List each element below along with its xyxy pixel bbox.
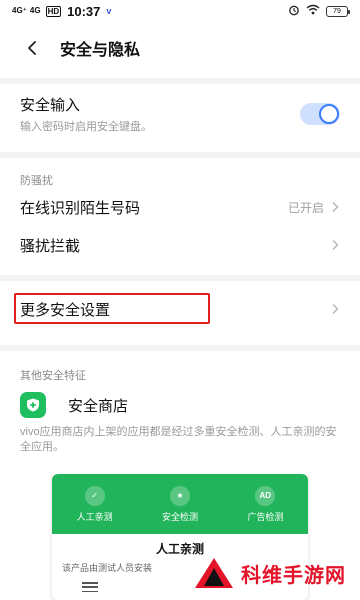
signal-4g-plus: 4G⁺	[12, 6, 27, 15]
watermark-logo-icon	[195, 558, 233, 588]
vivo-mark: v	[106, 6, 112, 16]
watermark: 科维手游网	[193, 556, 346, 590]
security-store-label: 安全商店	[68, 397, 129, 415]
secure-input-subtitle: 输入密码时启用安全键盘。	[20, 121, 152, 133]
badge-manual-test: ✓ 人工亲测	[76, 485, 113, 523]
section-divider	[0, 152, 360, 158]
secure-input-row: 安全输入 输入密码时启用安全键盘。	[0, 92, 360, 136]
chevron-right-icon	[332, 202, 339, 212]
caller-id-label: 在线识别陌生号码	[20, 199, 141, 217]
battery-icon: 79	[326, 5, 350, 17]
section-divider	[0, 78, 360, 84]
signal-4g: 4G	[29, 6, 41, 15]
ad-icon: AD	[255, 485, 276, 506]
badge-label: 人工亲测	[76, 511, 113, 522]
secure-input-toggle[interactable]	[300, 103, 340, 125]
caller-id-row[interactable]: 在线识别陌生号码 已开启	[0, 192, 360, 222]
back-arrow-icon	[28, 41, 36, 55]
hd-badge: HD	[45, 5, 62, 17]
badge-security-check: ★ 安全检测	[161, 485, 198, 523]
highlight-box	[14, 293, 210, 324]
back-button[interactable]	[22, 38, 42, 58]
harassment-block-row[interactable]: 骚扰拦截	[0, 230, 360, 260]
card-title: 人工亲测	[155, 542, 204, 556]
clock: 10:37	[67, 3, 101, 19]
wifi-icon	[306, 4, 320, 18]
caller-id-status: 已开启	[287, 200, 324, 215]
security-store-description: vivo应用商店内上架的应用都是经过多重安全检测、人工亲测的安全应用。	[20, 426, 337, 453]
status-bar: 4G⁺ 4G HD 10:37 v 79	[0, 0, 360, 22]
badge-ad-check: AD 广告检测	[247, 485, 284, 523]
star-shield-icon: ★	[169, 485, 190, 506]
menu-icon[interactable]	[82, 582, 98, 592]
security-store-icon	[20, 392, 46, 418]
other-features-section-title: 其他安全特征	[20, 370, 86, 382]
anti-harassment-section-title: 防骚扰	[20, 175, 53, 187]
card-badge-strip: ✓ 人工亲测 ★ 安全检测 AD 广告检测	[52, 474, 308, 534]
section-divider	[0, 275, 360, 281]
secure-input-label: 安全输入	[20, 97, 81, 114]
harassment-block-label: 骚扰拦截	[20, 237, 81, 255]
alarm-icon	[288, 4, 300, 19]
badge-label: 安全检测	[161, 511, 198, 522]
page-title: 安全与隐私	[60, 42, 141, 59]
check-shield-icon: ✓	[84, 485, 105, 506]
chevron-right-icon	[332, 304, 339, 314]
badge-label: 广告检测	[247, 511, 284, 522]
chevron-right-icon	[332, 240, 339, 250]
watermark-text: 科维手游网	[241, 564, 346, 587]
page-header: 安全与隐私	[0, 30, 360, 66]
section-divider	[0, 345, 360, 351]
toggle-knob	[319, 104, 339, 124]
security-store-row[interactable]: 安全商店	[0, 390, 360, 420]
